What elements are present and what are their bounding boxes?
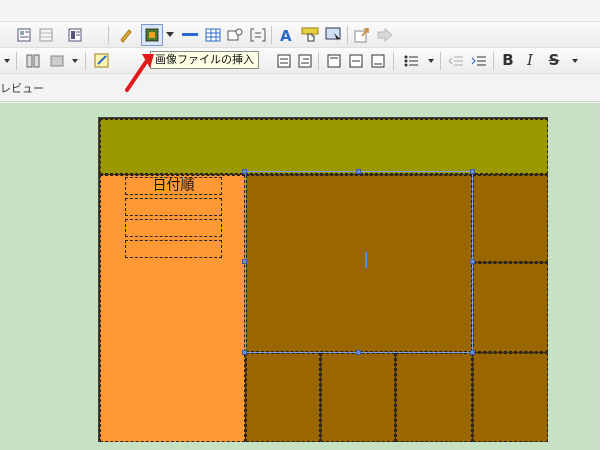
resize-handle[interactable] bbox=[242, 350, 247, 355]
text-cursor bbox=[365, 252, 367, 268]
indent-icon[interactable] bbox=[470, 51, 488, 71]
separator bbox=[85, 52, 86, 70]
sidebar-slot[interactable] bbox=[125, 198, 222, 216]
grid-icon[interactable] bbox=[37, 25, 55, 45]
right-block-1[interactable] bbox=[473, 175, 548, 262]
text-a-icon[interactable]: A bbox=[277, 25, 295, 45]
table-icon[interactable] bbox=[204, 25, 222, 45]
resize-handle[interactable] bbox=[470, 169, 475, 174]
separator bbox=[16, 52, 17, 70]
align-right-icon[interactable] bbox=[297, 51, 313, 71]
list-icon[interactable] bbox=[402, 51, 420, 71]
bottom-block-2[interactable] bbox=[321, 353, 395, 442]
bottom-block-3[interactable] bbox=[396, 353, 472, 442]
preview-bar: レビュー bbox=[0, 74, 600, 102]
resize-handle[interactable] bbox=[470, 350, 475, 355]
dropdown-icon[interactable] bbox=[570, 51, 580, 71]
bottom-block-1[interactable] bbox=[246, 353, 320, 442]
insert-image-tooltip: 画像ファイルの挿入 bbox=[150, 51, 259, 69]
outdent-icon[interactable] bbox=[447, 51, 465, 71]
form-icon[interactable] bbox=[226, 25, 244, 45]
layout-icon[interactable] bbox=[66, 25, 84, 45]
resize-handle[interactable] bbox=[242, 259, 247, 264]
separator bbox=[493, 52, 494, 70]
resize-handle[interactable] bbox=[356, 169, 361, 174]
toolbar-row-1: A bbox=[0, 22, 600, 48]
separator bbox=[347, 26, 348, 44]
selection-outline bbox=[245, 171, 473, 353]
bracket-icon[interactable] bbox=[249, 25, 267, 45]
separator bbox=[440, 52, 441, 70]
resize-handle[interactable] bbox=[356, 350, 361, 355]
sidebar-slot[interactable] bbox=[125, 219, 222, 237]
toolbar-area: A B I S レビュー bbox=[0, 0, 600, 103]
separator bbox=[108, 26, 109, 44]
svg-text:A: A bbox=[280, 27, 292, 43]
italic-button[interactable]: I bbox=[521, 50, 539, 70]
sidebar-slot[interactable] bbox=[125, 240, 222, 258]
hr-icon[interactable] bbox=[181, 25, 199, 45]
valign-middle-icon[interactable] bbox=[348, 51, 364, 71]
pencil-icon[interactable] bbox=[117, 25, 135, 45]
note-icon[interactable] bbox=[93, 51, 111, 71]
preview-label[interactable]: レビュー bbox=[0, 80, 44, 96]
share-icon[interactable] bbox=[353, 25, 371, 45]
forward-icon[interactable] bbox=[376, 25, 394, 45]
hand-icon[interactable] bbox=[300, 25, 320, 45]
dropdown-icon[interactable] bbox=[426, 51, 436, 71]
media-icon[interactable] bbox=[48, 51, 66, 71]
align-icon[interactable] bbox=[276, 51, 292, 71]
separator bbox=[271, 26, 272, 44]
valign-top-icon[interactable] bbox=[326, 51, 342, 71]
bottom-block-4[interactable] bbox=[473, 353, 548, 442]
bold-button[interactable]: B bbox=[499, 50, 517, 70]
view-icon[interactable] bbox=[15, 25, 33, 45]
dropdown-icon[interactable] bbox=[70, 51, 80, 71]
dropdown-icon[interactable] bbox=[2, 51, 12, 71]
header-block[interactable] bbox=[100, 119, 548, 174]
resize-handle[interactable] bbox=[470, 259, 475, 264]
annotation-arrow-icon bbox=[125, 54, 154, 92]
window-top-bar bbox=[0, 0, 600, 22]
valign-bottom-icon[interactable] bbox=[370, 51, 386, 71]
resize-handle[interactable] bbox=[242, 169, 247, 174]
dropdown-arrow-icon[interactable] bbox=[164, 25, 176, 45]
sidebar-title[interactable]: 日付順 bbox=[125, 177, 222, 195]
columns-icon[interactable] bbox=[24, 51, 42, 71]
screen-icon[interactable] bbox=[324, 25, 344, 45]
separator bbox=[393, 52, 394, 70]
strike-button[interactable]: S bbox=[545, 50, 563, 70]
sidebar-block[interactable]: 日付順 bbox=[100, 175, 245, 442]
insert-image-icon[interactable] bbox=[141, 24, 163, 46]
separator bbox=[318, 52, 319, 70]
right-block-2[interactable] bbox=[473, 263, 548, 352]
toolbar-row-2: B I S bbox=[0, 48, 600, 74]
